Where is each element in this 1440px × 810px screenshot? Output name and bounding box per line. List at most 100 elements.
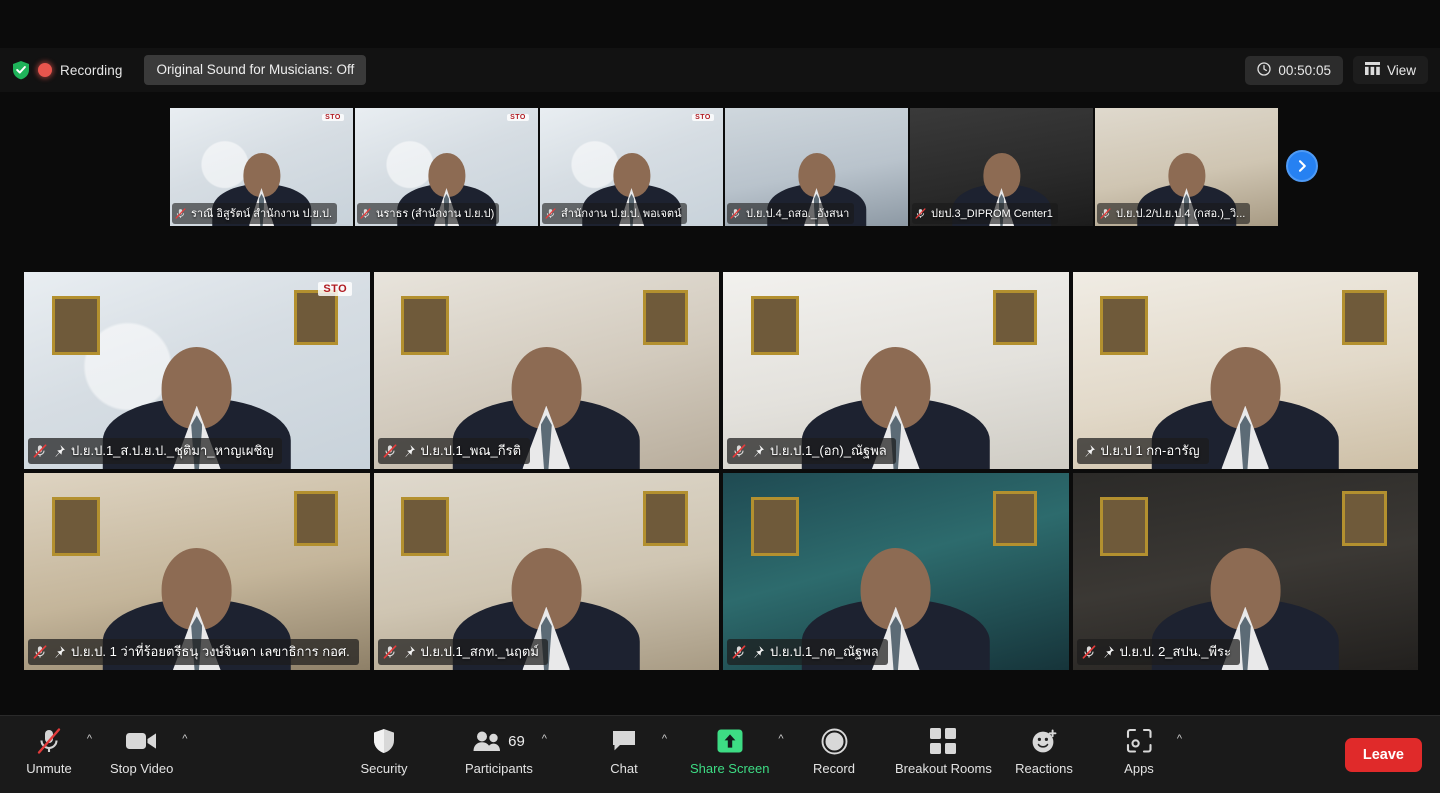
microphone-muted-icon — [732, 443, 746, 458]
zoom-meeting-window: Recording Original Sound for Musicians: … — [0, 0, 1440, 810]
tile-nameplate: ป.ย.ป.1_กต_ณัฐพล — [727, 639, 888, 665]
window-top-padding — [0, 0, 1440, 48]
microphone-muted-icon — [36, 726, 62, 756]
toolbar-button-label: Participants — [465, 761, 533, 776]
meeting-timer[interactable]: 00:50:05 — [1245, 55, 1343, 85]
meeting-controls-toolbar: Unmute ^ Stop Video ^ Security 69 Partic… — [0, 715, 1440, 793]
org-logo: STO — [507, 113, 529, 121]
meeting-header-bar: Recording Original Sound for Musicians: … — [0, 48, 1440, 92]
pin-icon — [754, 444, 764, 457]
video-tile[interactable]: ป.ย.ป. 2_สปน._พีระ — [1072, 473, 1418, 670]
video-tile[interactable]: ป.ย.ป. 1 ว่าที่ร้อยตรีธนุ วงษ์จินดา เลขา… — [24, 473, 370, 670]
video-gallery-grid: STO ป.ย.ป.1_ส.ป.ย.ป._ชุติมา_หาญเผชิญ ป.ย… — [24, 272, 1418, 670]
pin-icon — [405, 645, 415, 658]
toolbar-button-label: Unmute — [26, 761, 72, 776]
original-sound-button[interactable]: Original Sound for Musicians: Off — [144, 55, 367, 85]
record-circle-icon — [821, 726, 848, 756]
video-tile[interactable]: ป.ย.ป.1_กต_ณัฐพล — [723, 473, 1069, 670]
toolbar-button-security[interactable]: Security — [355, 716, 413, 776]
participant-name: ป.ย.ป.2/ป.ย.ป.4 (กสอ.)_วิ... — [1116, 208, 1246, 220]
toolbar-button-label: Breakout Rooms — [895, 761, 992, 776]
chevron-up-icon[interactable]: ^ — [182, 734, 187, 745]
chevron-up-icon[interactable]: ^ — [542, 734, 547, 745]
video-tile[interactable]: STO ป.ย.ป.1_ส.ป.ย.ป._ชุติมา_หาญเผชิญ — [24, 272, 370, 469]
meeting-timer-value: 00:50:05 — [1278, 62, 1331, 78]
thumbnail-nameplate: สำนักงาน ป.ย.ป. พอเจตน์ — [542, 203, 687, 224]
participant-name: ป.ย.ป.4_ถสอ._อังสนา — [746, 208, 850, 220]
microphone-muted-icon — [360, 207, 371, 219]
wall-picture-frame — [51, 295, 100, 355]
toolbar-button-mute[interactable]: Unmute ^ — [20, 716, 92, 776]
participant-name: ป.ย.ป 1 กก-อารัญ — [1100, 443, 1200, 458]
org-logo: STO — [692, 113, 714, 121]
toolbar-button-breakout[interactable]: Breakout Rooms — [895, 716, 992, 776]
chevron-up-icon[interactable]: ^ — [662, 734, 667, 745]
toolbar-button-chat[interactable]: Chat ^ — [595, 716, 667, 776]
toolbar-button-share[interactable]: Share Screen ^ — [690, 716, 784, 776]
toolbar-button-video[interactable]: Stop Video ^ — [110, 716, 187, 776]
filmstrip-thumbnail[interactable]: ป.ย.ป.4_ถสอ._อังสนา — [725, 108, 908, 226]
wall-picture-frame — [992, 289, 1038, 345]
chevron-up-icon[interactable]: ^ — [1177, 734, 1182, 745]
filmstrip-thumbnail[interactable]: STO ราณี อิสูรัตน์ สำนักงาน ป.ย.ป. — [170, 108, 353, 226]
tile-nameplate: ป.ย.ป.1_พณ_กีรติ — [377, 438, 531, 464]
shield-icon — [373, 726, 395, 756]
chevron-up-icon[interactable]: ^ — [87, 734, 92, 745]
tile-nameplate: ป.ย.ป.1_ส.ป.ย.ป._ชุติมา_หาญเผชิญ — [28, 438, 283, 464]
filmstrip-thumbnail[interactable]: ป.ย.ป.2/ป.ย.ป.4 (กสอ.)_วิ... — [1095, 108, 1278, 226]
filmstrip-thumbnail[interactable]: ปยป.3_DIPROM Center1 — [910, 108, 1093, 226]
window-bottom-strip — [0, 793, 1440, 810]
filmstrip-thumbnail[interactable]: STO สำนักงาน ป.ย.ป. พอเจตน์ — [540, 108, 723, 226]
recording-label: Recording — [60, 62, 123, 78]
video-tile[interactable]: ป.ย.ป.1_สกท._นฤตม์ — [373, 473, 719, 670]
filmstrip-thumbnail[interactable]: STO นราธร (สำนักงาน ป.ย.ป) — [355, 108, 538, 226]
breakout-rooms-icon — [930, 726, 957, 756]
chevron-right-icon — [1298, 160, 1306, 172]
tile-nameplate: ป.ย.ป.1_(อก)_ณัฐพล — [727, 438, 896, 464]
toolbar-button-apps[interactable]: Apps ^ — [1110, 716, 1182, 776]
video-tile-active-speaker[interactable]: ป.ย.ป 1 กก-อารัญ — [1072, 272, 1418, 469]
toolbar-button-record[interactable]: Record — [805, 716, 863, 776]
thumbnail-nameplate: ปยป.3_DIPROM Center1 — [912, 203, 1058, 224]
toolbar-button-reactions[interactable]: Reactions — [1015, 716, 1073, 776]
view-button[interactable]: View — [1352, 56, 1428, 84]
video-tile[interactable]: ป.ย.ป.1_(อก)_ณัฐพล — [723, 272, 1069, 469]
shield-check-icon[interactable] — [12, 60, 30, 80]
thumbnail-nameplate: ป.ย.ป.4_ถสอ._อังสนา — [727, 203, 855, 224]
participant-name: ป.ย.ป.1_พณ_กีรติ — [420, 443, 522, 458]
microphone-muted-icon — [730, 207, 741, 219]
tile-nameplate: ป.ย.ป. 1 ว่าที่ร้อยตรีธนุ วงษ์จินดา เลขา… — [28, 639, 359, 665]
leave-button[interactable]: Leave — [1344, 738, 1422, 772]
participant-name: ป.ย.ป.1_กต_ณัฐพล — [770, 644, 879, 659]
wall-picture-frame — [401, 295, 450, 355]
microphone-muted-icon — [545, 207, 556, 219]
microphone-muted-icon — [383, 644, 396, 659]
wall-picture-frame — [401, 496, 450, 556]
view-label: View — [1386, 62, 1416, 78]
toolbar-button-label: Record — [813, 761, 855, 776]
wall-picture-frame — [1342, 490, 1387, 546]
wall-picture-frame — [750, 295, 799, 355]
toolbar-button-participants[interactable]: 69 Participants ^ — [465, 716, 547, 776]
pin-icon — [55, 645, 65, 658]
participant-name: ป.ย.ป.1_(อก)_ณัฐพล — [770, 443, 887, 458]
video-tile[interactable]: ป.ย.ป.1_พณ_กีรติ — [373, 272, 719, 469]
microphone-muted-icon — [33, 443, 47, 458]
microphone-muted-icon — [1082, 644, 1095, 659]
share-screen-icon — [716, 726, 744, 756]
wall-picture-frame — [1100, 496, 1149, 556]
reactions-smiley-icon — [1031, 726, 1058, 756]
org-logo: STO — [318, 281, 353, 296]
microphone-muted-icon — [915, 207, 926, 219]
filmstrip-next-page-button[interactable] — [1286, 150, 1318, 182]
chevron-up-icon[interactable]: ^ — [778, 734, 783, 745]
video-camera-icon — [125, 726, 158, 756]
thumbnail-nameplate: ป.ย.ป.2/ป.ย.ป.4 (กสอ.)_วิ... — [1097, 203, 1251, 224]
wall-picture-frame — [1100, 295, 1149, 355]
recording-dot-icon — [38, 63, 52, 77]
header-right-group: 00:50:05 View — [1245, 55, 1440, 85]
pin-icon — [1085, 444, 1095, 457]
wall-picture-frame — [643, 289, 688, 345]
people-icon: 69 — [473, 726, 525, 756]
clock-icon — [1257, 61, 1272, 79]
